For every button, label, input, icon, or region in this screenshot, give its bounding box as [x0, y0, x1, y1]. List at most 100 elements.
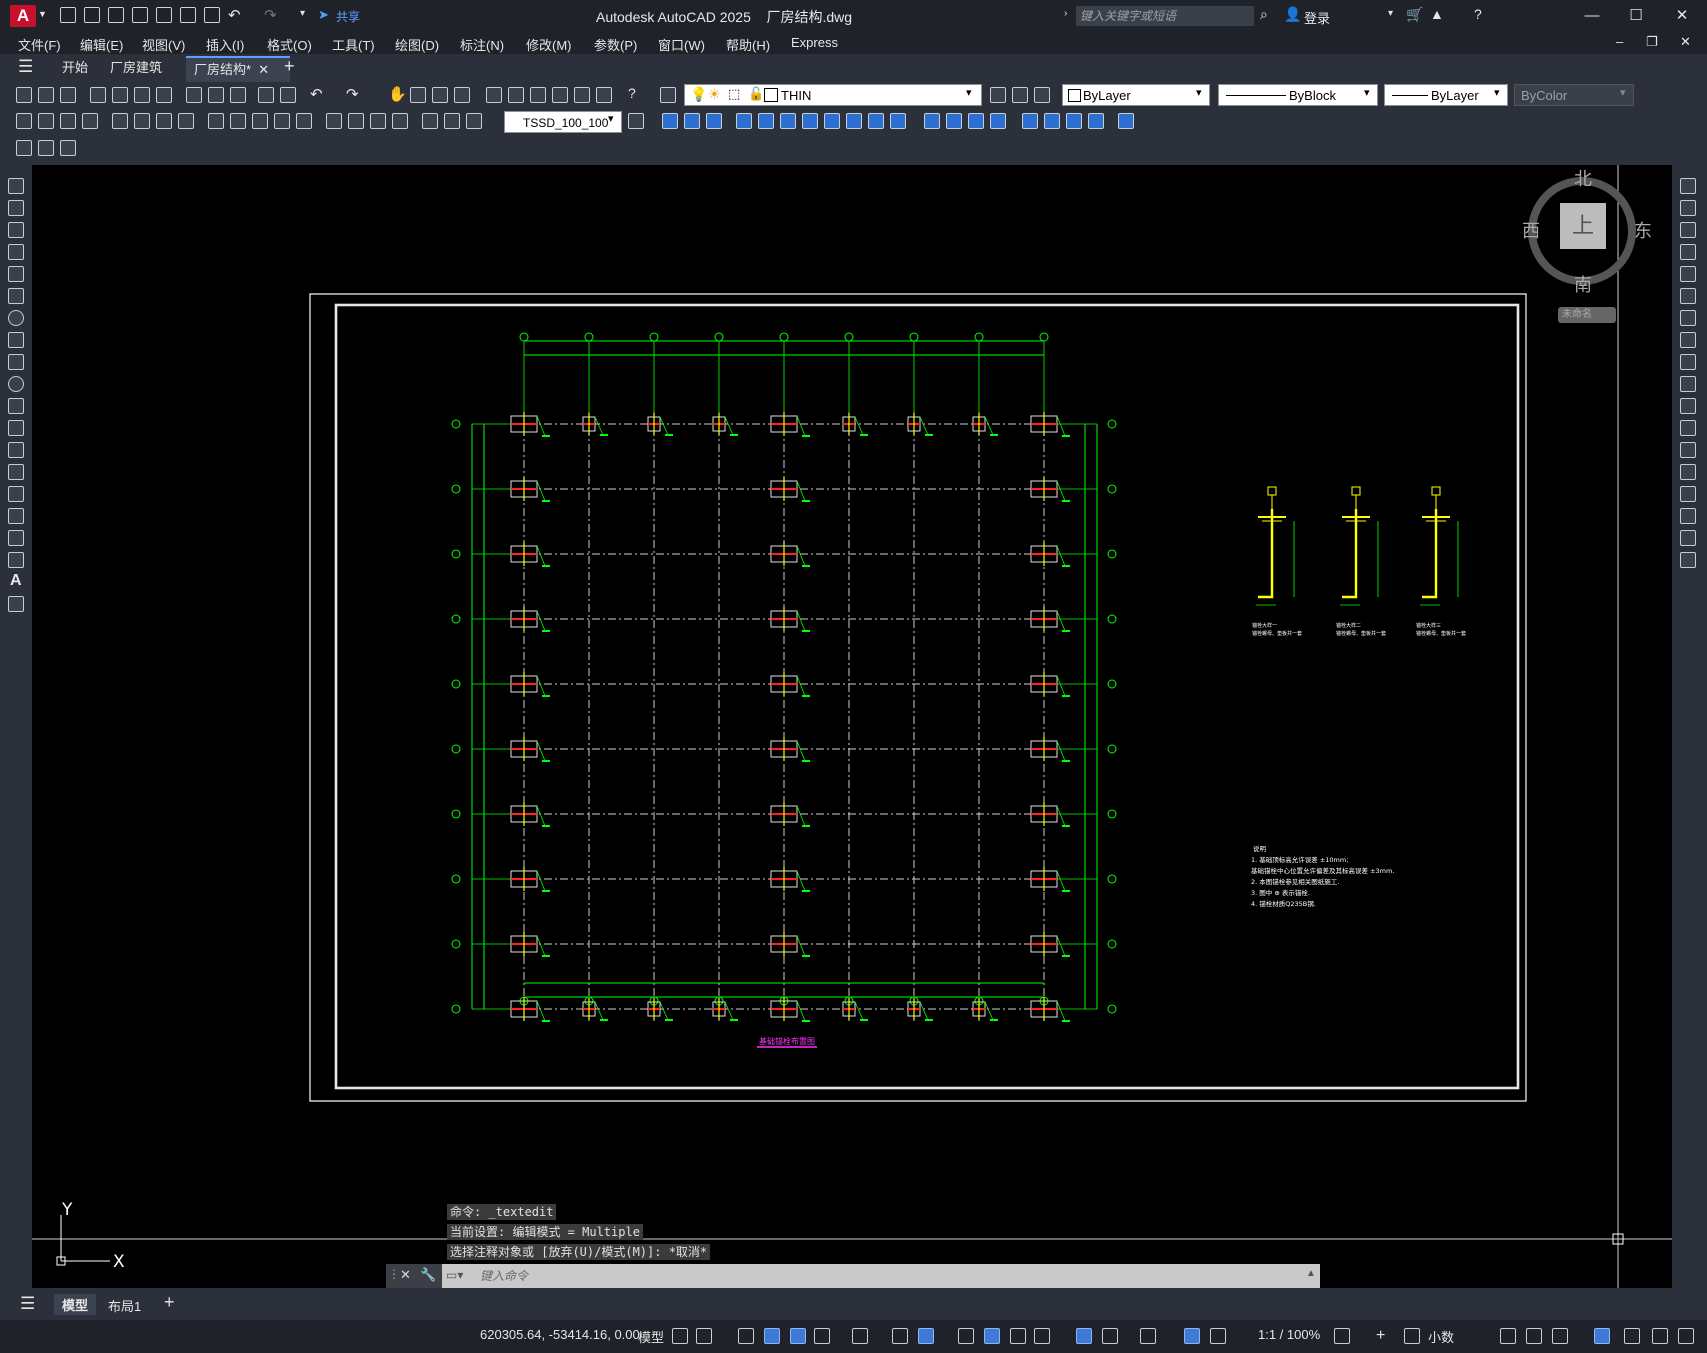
break-icon[interactable]: [1680, 442, 1696, 458]
object-snap-icon[interactable]: [918, 1328, 934, 1344]
arc-length-icon[interactable]: [60, 113, 76, 129]
block-editor-icon[interactable]: [280, 87, 296, 103]
layer-properties-icon[interactable]: [660, 87, 676, 103]
markup-icon[interactable]: [574, 87, 590, 103]
coordinate-readout[interactable]: 620305.64, -53414.16, 0.00: [480, 1327, 640, 1342]
jogged-linear-icon[interactable]: [392, 113, 408, 129]
menu-express[interactable]: Express: [791, 35, 838, 50]
solid-subtract-icon[interactable]: [684, 113, 700, 129]
share-button[interactable]: 共享: [336, 8, 360, 25]
menu-view[interactable]: 视图(V): [142, 35, 185, 54]
insert-block-icon[interactable]: [8, 420, 24, 436]
app-menu-chevron-icon[interactable]: ▼: [38, 9, 47, 19]
command-prompt-icon[interactable]: ▭▾: [446, 1268, 463, 1282]
lineweight-dropdown-arrow-icon[interactable]: ▾: [1494, 86, 1500, 99]
viewcube-wcs-menu[interactable]: 未命名: [1558, 307, 1616, 323]
zoom-window-icon[interactable]: [432, 87, 448, 103]
tolerance-icon[interactable]: [326, 113, 342, 129]
diameter-dimension-icon[interactable]: [156, 113, 172, 129]
open-file-icon[interactable]: [84, 7, 100, 23]
autodesk-app-icon[interactable]: ▲: [1430, 6, 1444, 22]
separate-icon[interactable]: [1022, 113, 1038, 129]
solid-edit-more-icon[interactable]: [1088, 113, 1104, 129]
gradient-icon[interactable]: [8, 508, 24, 524]
tab-start[interactable]: 开始: [54, 56, 96, 80]
menu-modify[interactable]: 修改(M): [526, 35, 572, 54]
taper-faces-icon[interactable]: [846, 113, 862, 129]
scale-icon[interactable]: [1680, 332, 1696, 348]
command-close-icon[interactable]: ✕: [400, 1267, 411, 1283]
make-current-layer-icon[interactable]: [990, 87, 1006, 103]
baseline-dimension-icon[interactable]: [230, 113, 246, 129]
match-properties-icon[interactable]: [258, 87, 274, 103]
shell-icon[interactable]: [1044, 113, 1060, 129]
graphics-performance-icon[interactable]: [1594, 1328, 1610, 1344]
selection-filter-icon[interactable]: [1102, 1328, 1118, 1344]
gizmo-icon[interactable]: [1140, 1328, 1156, 1344]
lock-ui-icon[interactable]: [1526, 1328, 1542, 1344]
extrude-faces-icon[interactable]: [736, 113, 752, 129]
quick-dimension-icon[interactable]: [208, 113, 224, 129]
properties-icon[interactable]: [486, 87, 502, 103]
jogged-dimension-icon[interactable]: [134, 113, 150, 129]
point-icon[interactable]: [8, 464, 24, 480]
delete-faces-icon[interactable]: [802, 113, 818, 129]
erase-icon[interactable]: [1680, 178, 1696, 194]
open-web-icon[interactable]: [156, 7, 172, 23]
annotation-monitor-plus-icon[interactable]: +: [1376, 1327, 1385, 1345]
minimize-button[interactable]: —: [1572, 4, 1612, 28]
dynamic-ucs-icon[interactable]: [1076, 1328, 1092, 1344]
lineweight-display-icon[interactable]: [958, 1328, 974, 1344]
selection-cycling-icon[interactable]: [1010, 1328, 1026, 1344]
annotation-scale[interactable]: 1:1 / 100%: [1258, 1327, 1320, 1342]
polygon-icon[interactable]: [8, 244, 24, 260]
command-grip-icon[interactable]: ⋮: [388, 1267, 400, 1281]
continue-dimension-icon[interactable]: [252, 113, 268, 129]
save-as-icon[interactable]: [132, 7, 148, 23]
copy-edges-icon[interactable]: [924, 113, 940, 129]
dimension-break-icon[interactable]: [296, 113, 312, 129]
table-icon[interactable]: [8, 552, 24, 568]
share-icon[interactable]: ➤: [318, 7, 329, 23]
spline-icon[interactable]: [8, 354, 24, 370]
paste-icon[interactable]: [230, 87, 246, 103]
solid-edit-extra-icon[interactable]: [1118, 113, 1134, 129]
layer-previous-icon[interactable]: [1012, 87, 1028, 103]
layer-state-icon[interactable]: [1034, 87, 1050, 103]
trim-icon[interactable]: [1680, 376, 1696, 392]
command-history-toggle-icon[interactable]: ▲: [1306, 1268, 1316, 1279]
color-faces-icon[interactable]: [890, 113, 906, 129]
tab-document-2-active[interactable]: 厂房结构* ✕: [186, 56, 290, 82]
tab-close-icon[interactable]: ✕: [258, 62, 269, 77]
doc-minimize-icon[interactable]: –: [1616, 34, 1623, 49]
grid-icon[interactable]: [672, 1328, 688, 1344]
menu-help[interactable]: 帮助(H): [726, 35, 770, 54]
autocad-logo-button[interactable]: A: [10, 5, 36, 27]
dimension-style-icon[interactable]: [628, 113, 644, 129]
rectangle-icon[interactable]: [8, 266, 24, 282]
inspection-icon[interactable]: [370, 113, 386, 129]
customization-icon[interactable]: [1678, 1328, 1694, 1344]
menu-dimension[interactable]: 标注(N): [460, 35, 504, 54]
make-block-icon[interactable]: [8, 442, 24, 458]
annotation-visibility-icon[interactable]: [1184, 1328, 1200, 1344]
line-tool-icon[interactable]: [8, 178, 24, 194]
offset-faces-icon[interactable]: [780, 113, 796, 129]
help-toolbar-icon[interactable]: ?: [628, 85, 636, 101]
menu-file[interactable]: 文件(F): [18, 35, 61, 54]
auto-scale-icon[interactable]: [1210, 1328, 1226, 1344]
extend-icon[interactable]: [1680, 398, 1696, 414]
dimstyle-dropdown-arrow-icon[interactable]: ▾: [608, 112, 614, 125]
layout-list-icon[interactable]: ☰: [20, 1294, 35, 1314]
sheet-set-icon[interactable]: [552, 87, 568, 103]
help-icon[interactable]: ?: [1474, 6, 1482, 22]
tab-layout1[interactable]: 布局1: [108, 1296, 141, 1315]
redo-icon[interactable]: ↷: [264, 6, 277, 24]
mirror-icon[interactable]: [1680, 222, 1696, 238]
attribute-extract-icon[interactable]: [60, 140, 76, 156]
doc-close-icon[interactable]: ✕: [1680, 34, 1691, 50]
zoom-realtime-icon[interactable]: [410, 87, 426, 103]
clean-icon[interactable]: [990, 113, 1006, 129]
color-edges-icon[interactable]: [946, 113, 962, 129]
3d-osnap-icon[interactable]: [1034, 1328, 1050, 1344]
